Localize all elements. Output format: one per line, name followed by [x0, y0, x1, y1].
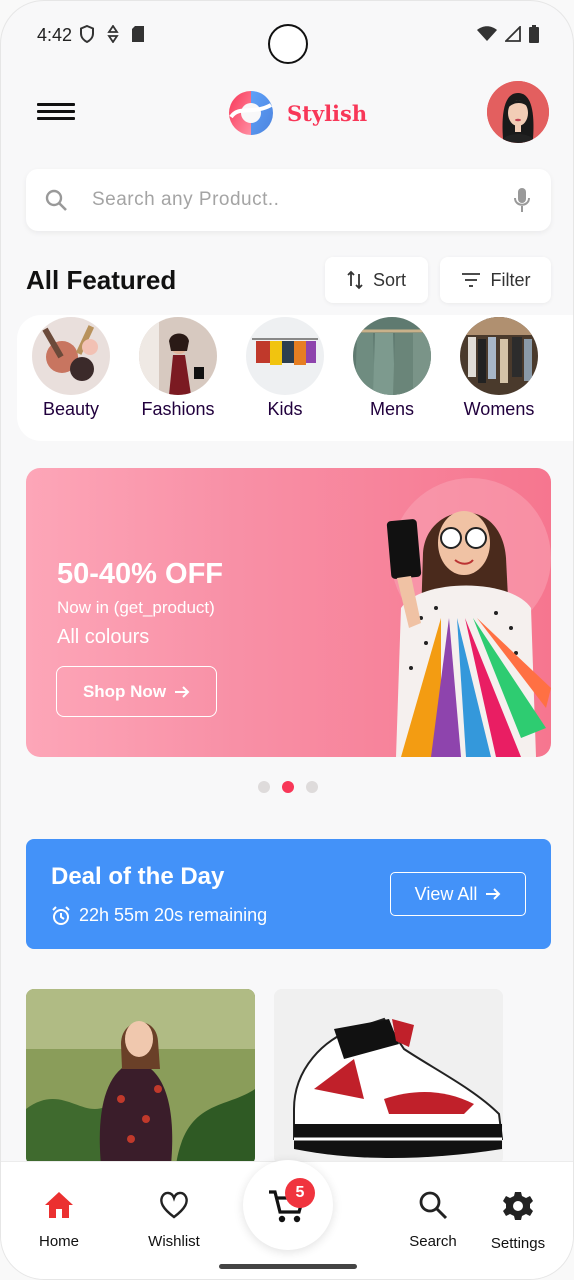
section-title: All Featured [26, 265, 177, 295]
category-beauty[interactable]: Beauty [21, 317, 121, 420]
status-time: 4:42 [37, 25, 73, 45]
deal-timer: 22h 55m 20s remaining [51, 905, 267, 926]
logo-text: Stylish [287, 100, 368, 126]
category-image [139, 317, 217, 395]
data-saver-icon [107, 25, 119, 43]
nav-settings[interactable]: Settings [473, 1190, 563, 1252]
banner-subtitle: Now in (get_product) [57, 598, 215, 617]
wifi-icon [477, 26, 497, 41]
alarm-clock-icon [52, 905, 70, 925]
sort-icon [347, 270, 363, 290]
category-label: Beauty [42, 399, 100, 419]
filter-icon [461, 273, 480, 287]
category-label: Fashions [141, 399, 215, 419]
status-bar: 4:42 [1, 1, 573, 69]
arrow-right-icon [486, 888, 501, 900]
bottom-navigation: Home Wishlist 5 Search Settings [1, 1160, 573, 1279]
filter-button[interactable]: Filter [440, 257, 551, 303]
category-image [246, 317, 324, 395]
category-mens[interactable]: Mens [342, 317, 442, 420]
carousel-dot-active[interactable] [282, 781, 294, 793]
category-label: Mens [369, 399, 414, 419]
product-card[interactable] [26, 989, 255, 1165]
nav-label: Wishlist [148, 1233, 200, 1250]
search-icon [419, 1191, 448, 1220]
banner-tagline: All colours [57, 626, 150, 648]
battery-icon [529, 25, 539, 43]
banner-model-image [386, 478, 551, 757]
nav-label: Home [38, 1233, 79, 1250]
nav-wishlist[interactable]: Wishlist [129, 1190, 219, 1250]
category-label: Kids [267, 399, 303, 419]
mic-icon[interactable] [513, 187, 531, 213]
signal-icon [505, 26, 521, 42]
shop-now-label: Shop Now [82, 681, 167, 701]
shield-icon [80, 25, 94, 43]
sort-label: Sort [372, 269, 406, 290]
search-bar[interactable] [26, 169, 551, 231]
sort-button[interactable]: Sort [325, 257, 428, 303]
category-strip: Beauty Fashions Kids Mens Womens [17, 315, 573, 441]
carousel-indicator [258, 781, 318, 793]
carousel-dot[interactable] [306, 781, 318, 793]
nav-home[interactable]: Home [14, 1190, 104, 1250]
category-womens[interactable]: Womens [449, 317, 549, 420]
view-all-button[interactable]: View All [390, 872, 526, 916]
deal-of-day-card: Deal of the Day 22h 55m 20s remaining Vi… [26, 839, 551, 949]
category-image [353, 317, 431, 395]
status-right-icons [477, 25, 539, 43]
shop-now-button[interactable]: Shop Now [56, 666, 217, 717]
status-left-icons [79, 25, 145, 43]
filter-label: Filter [490, 269, 531, 290]
category-fashions[interactable]: Fashions [128, 317, 228, 420]
gesture-home-bar[interactable] [219, 1264, 357, 1269]
nav-search[interactable]: Search [388, 1190, 478, 1250]
phone-screen: 4:42 Stylish Search any Product.. All Fe… [0, 0, 574, 1280]
category-label: Womens [463, 399, 535, 419]
nav-label: Search [409, 1233, 457, 1250]
front-camera [268, 24, 308, 64]
category-image [32, 317, 110, 395]
gear-icon [503, 1192, 533, 1220]
app-header: Stylish [1, 81, 573, 145]
profile-avatar[interactable] [487, 81, 549, 143]
banner-headline: 50-40% OFF [57, 558, 223, 590]
search-input[interactable] [92, 183, 492, 217]
product-image [274, 989, 503, 1165]
deal-title: Deal of the Day [51, 863, 225, 890]
arrow-right-icon [175, 685, 190, 698]
brand-logo: Stylish [221, 87, 367, 139]
deal-timer-text: 22h 55m 20s remaining [79, 905, 268, 925]
cart-button[interactable]: 5 [243, 1160, 333, 1250]
carousel-dot[interactable] [258, 781, 270, 793]
home-icon [45, 1192, 73, 1218]
product-image [26, 989, 255, 1165]
search-icon [45, 189, 67, 211]
hamburger-icon[interactable] [37, 103, 75, 123]
cart-count-badge: 5 [285, 1178, 315, 1208]
view-all-label: View All [414, 883, 478, 904]
product-card[interactable] [274, 989, 503, 1165]
heart-icon [160, 1191, 188, 1219]
nav-label: Settings [490, 1235, 546, 1252]
category-image [460, 317, 538, 395]
logo-mark-icon [229, 91, 273, 135]
category-kids[interactable]: Kids [235, 317, 335, 420]
sd-card-icon [132, 26, 144, 42]
promo-banner[interactable]: 50-40% OFF Now in (get_product) All colo… [26, 468, 551, 757]
